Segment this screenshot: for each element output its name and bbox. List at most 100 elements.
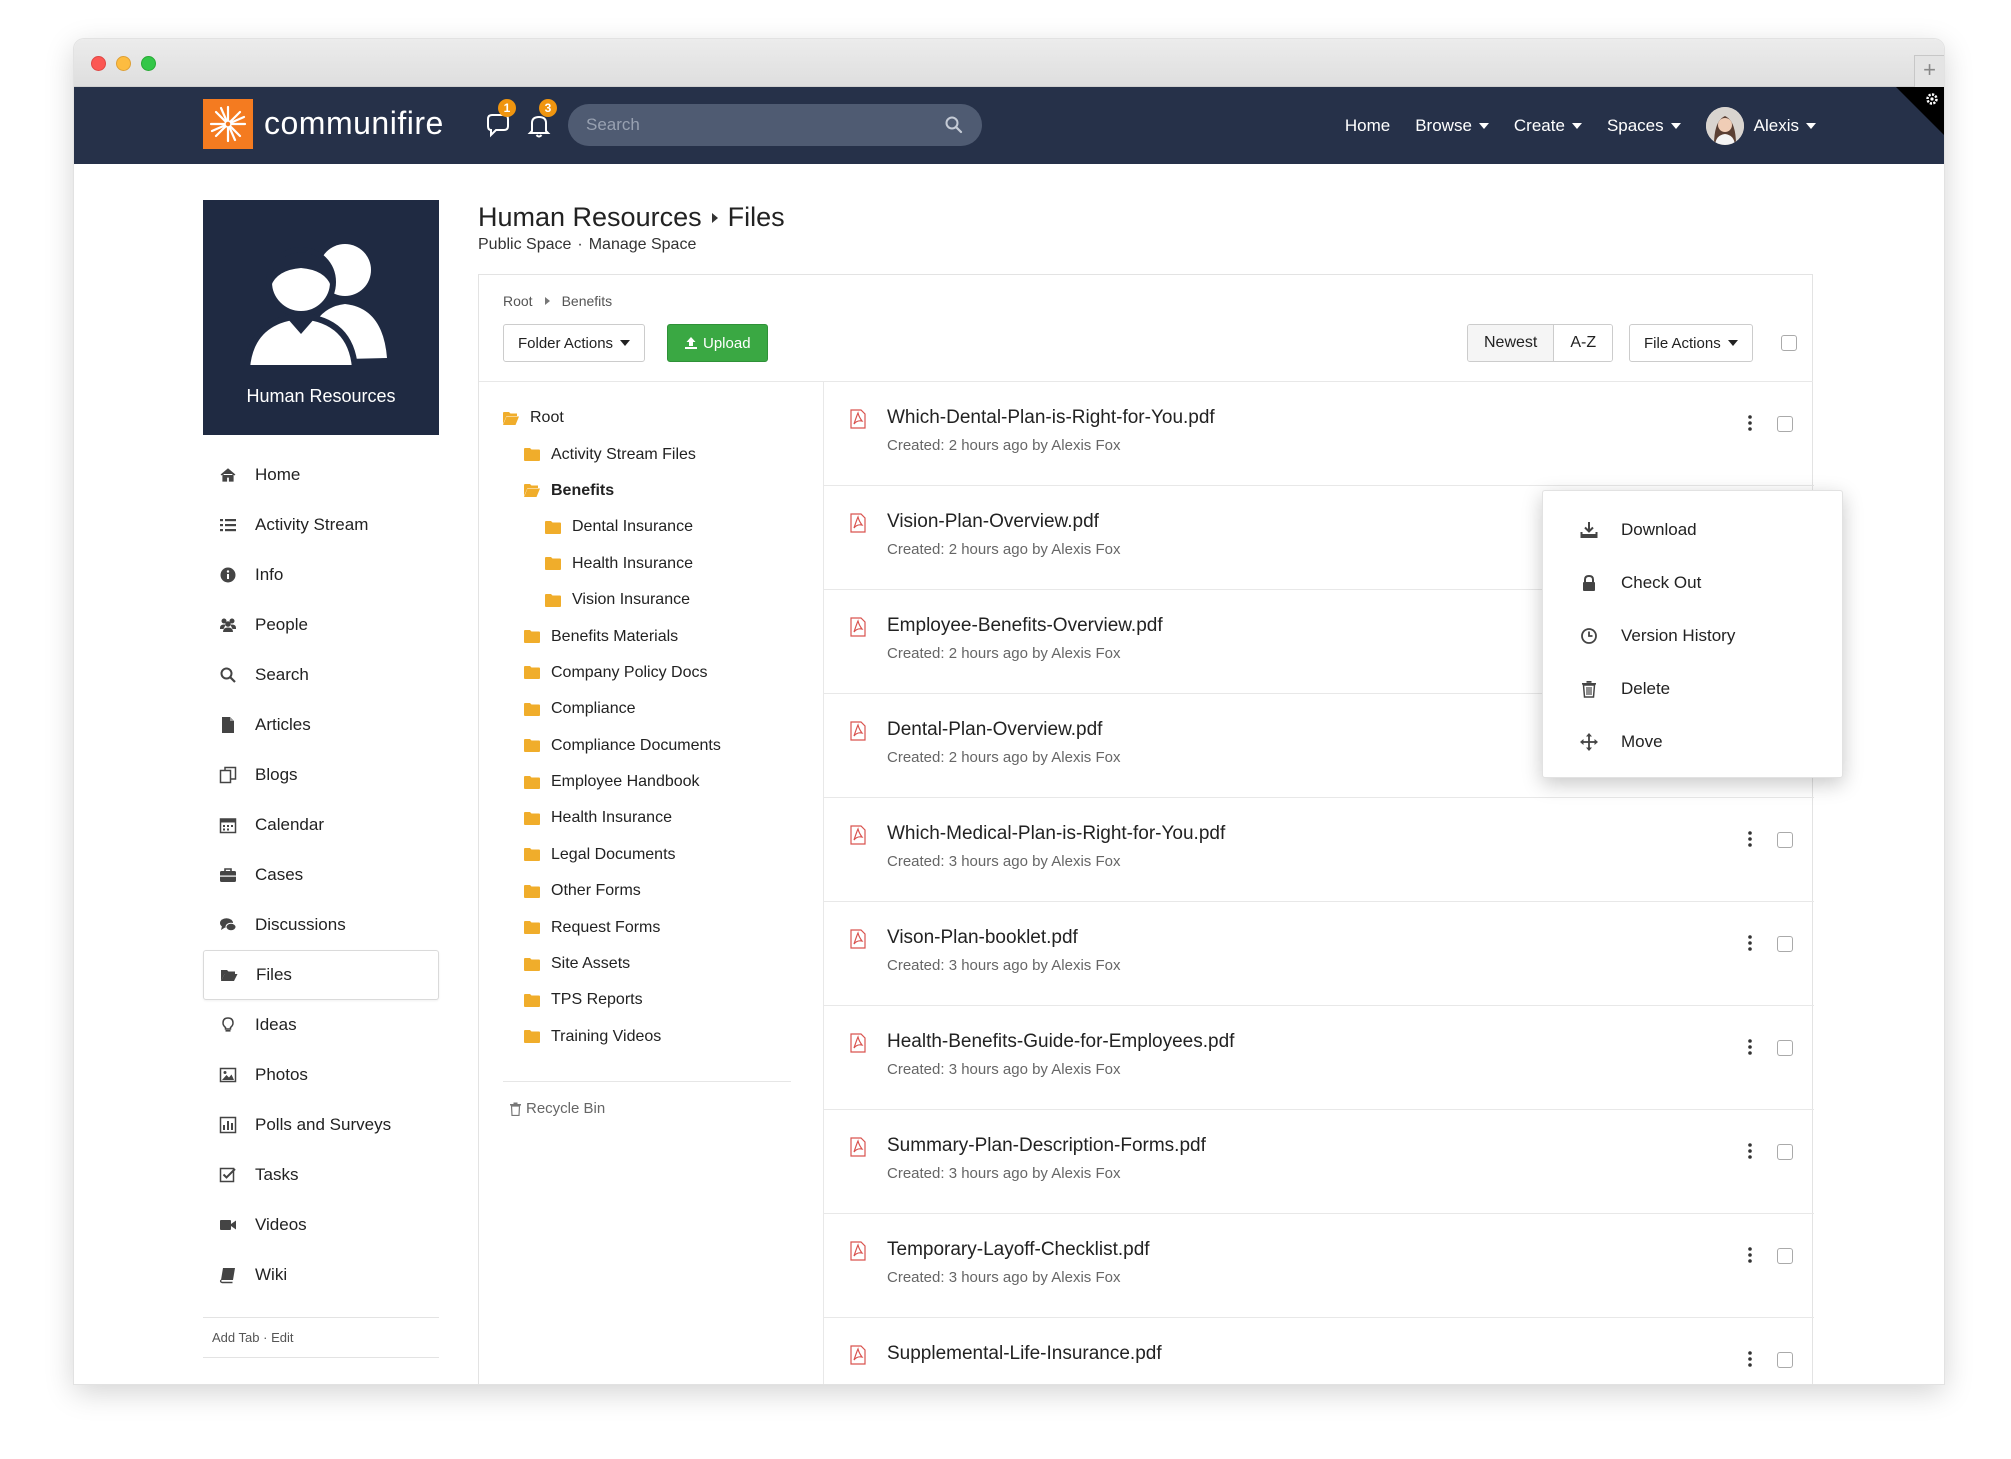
folder-tree-item[interactable]: Compliance Documents [503, 728, 721, 764]
file-options-button[interactable] [1747, 1143, 1757, 1161]
sidebar-item-discussions[interactable]: Discussions [203, 900, 439, 950]
messages-button[interactable]: 1 [484, 99, 516, 141]
file-name-link[interactable]: Vision-Plan-Overview.pdf [887, 511, 1099, 533]
file-select-checkbox[interactable] [1777, 1352, 1793, 1368]
sidebar-item-ideas[interactable]: Ideas [203, 1000, 439, 1050]
file-options-button[interactable] [1747, 1039, 1757, 1057]
folder-tree-item[interactable]: Health Insurance [503, 546, 721, 582]
folder-tree-item[interactable]: Benefits Materials [503, 618, 721, 654]
sidebar-item-cases[interactable]: Cases [203, 850, 439, 900]
file-name-link[interactable]: Dental-Plan-Overview.pdf [887, 719, 1102, 741]
sidebar-item-home[interactable]: Home [203, 450, 439, 500]
brand-name[interactable]: communifire [264, 105, 444, 142]
folder-tree-item[interactable]: Other Forms [503, 873, 721, 909]
folder-tree-item[interactable]: Benefits [503, 473, 721, 509]
folder-tree-item[interactable]: Legal Documents [503, 837, 721, 873]
file-select-checkbox[interactable] [1777, 832, 1793, 848]
sort-az-button[interactable]: A-Z [1553, 325, 1613, 361]
user-menu[interactable]: Alexis [1705, 106, 1816, 145]
communifire-logo-icon[interactable] [203, 99, 253, 149]
file-options-button[interactable] [1747, 1351, 1757, 1369]
folder-tree-item[interactable]: TPS Reports [503, 982, 721, 1018]
file-select-checkbox[interactable] [1777, 1144, 1793, 1160]
folder-tree-item[interactable]: Compliance [503, 691, 721, 727]
sidebar-item-activity-stream[interactable]: Activity Stream [203, 500, 439, 550]
file-select-checkbox[interactable] [1777, 1040, 1793, 1056]
sort-newest-button[interactable]: Newest [1468, 325, 1554, 361]
sidebar-item-videos[interactable]: Videos [203, 1200, 439, 1250]
folder-actions-button[interactable]: Folder Actions [503, 324, 646, 362]
folder-tree-item[interactable]: Company Policy Docs [503, 655, 721, 691]
file-row[interactable]: Vison-Plan-booklet.pdf Created: 3 hours a… [824, 902, 1814, 1006]
breadcrumb-root[interactable]: Root [503, 293, 533, 309]
folder-tree-item[interactable]: Request Forms [503, 909, 721, 945]
file-select-checkbox[interactable] [1777, 936, 1793, 952]
folder-tree-item[interactable]: Site Assets [503, 946, 721, 982]
notifications-button[interactable]: 3 [525, 99, 557, 141]
folder-tree-item[interactable]: Health Insurance [503, 800, 721, 836]
file-options-button[interactable] [1747, 831, 1757, 849]
sidebar-item-tasks[interactable]: Tasks [203, 1150, 439, 1200]
sidebar-item-blogs[interactable]: Blogs [203, 750, 439, 800]
sidebar-item-info[interactable]: Info [203, 550, 439, 600]
add-tab-link[interactable]: Add Tab [212, 1330, 259, 1345]
file-name-link[interactable]: Health-Benefits-Guide-for-Employees.pdf [887, 1031, 1234, 1053]
sidebar-item-files[interactable]: Files [203, 950, 439, 1000]
file-row[interactable]: Which-Dental-Plan-is-Right-for-You.pdf Cr… [824, 382, 1814, 486]
recycle-bin-link[interactable]: Recycle Bin [509, 1100, 605, 1117]
breadcrumb-benefits[interactable]: Benefits [562, 293, 613, 309]
file-select-checkbox[interactable] [1777, 416, 1793, 432]
folder-tree-item[interactable]: Training Videos [503, 1019, 721, 1055]
minimize-window-button[interactable] [116, 56, 131, 71]
sidebar-item-wiki[interactable]: Wiki [203, 1250, 439, 1300]
folder-tree-item[interactable]: Dental Insurance [503, 509, 721, 545]
sidebar-item-polls-and-surveys[interactable]: Polls and Surveys [203, 1100, 439, 1150]
manage-space-link[interactable]: Manage Space [589, 236, 697, 253]
sidebar-item-calendar[interactable]: Calendar [203, 800, 439, 850]
file-row[interactable]: Summary-Plan-Description-Forms.pdf Create… [824, 1110, 1814, 1214]
file-name-link[interactable]: Which-Medical-Plan-is-Right-for-You.pdf [887, 823, 1225, 845]
space-card[interactable]: Human Resources [203, 200, 439, 435]
space-title-link[interactable]: Human Resources [478, 202, 702, 233]
file-name-link[interactable]: Summary-Plan-Description-Forms.pdf [887, 1135, 1206, 1157]
close-window-button[interactable] [91, 56, 106, 71]
file-options-button[interactable] [1747, 1247, 1757, 1265]
file-name-link[interactable]: Supplemental-Life-Insurance.pdf [887, 1343, 1162, 1365]
file-name-link[interactable]: Which-Dental-Plan-is-Right-for-You.pdf [887, 407, 1215, 429]
menu-item-version-history[interactable]: Version History [1543, 610, 1842, 663]
folder-tree-item[interactable]: Vision Insurance [503, 582, 721, 618]
file-row[interactable]: Supplemental-Life-Insurance.pdf [824, 1318, 1814, 1384]
file-actions-button[interactable]: File Actions [1629, 324, 1753, 362]
menu-item-check-out[interactable]: Check Out [1543, 557, 1842, 610]
file-options-button[interactable] [1747, 415, 1757, 433]
file-name-link[interactable]: Vison-Plan-booklet.pdf [887, 927, 1078, 949]
file-row[interactable]: Temporary-Layoff-Checklist.pdf Created: 3… [824, 1214, 1814, 1318]
folder-tree-item[interactable]: Activity Stream Files [503, 436, 721, 472]
menu-item-download[interactable]: Download [1543, 504, 1842, 557]
menu-item-delete[interactable]: Delete [1543, 662, 1842, 715]
folder-tree-item[interactable]: Root [503, 400, 721, 436]
nav-spaces[interactable]: Spaces [1607, 116, 1681, 136]
search-icon[interactable] [944, 115, 964, 135]
file-name-link[interactable]: Temporary-Layoff-Checklist.pdf [887, 1239, 1150, 1261]
file-options-button[interactable] [1747, 935, 1757, 953]
sidebar-item-search[interactable]: Search [203, 650, 439, 700]
select-all-checkbox[interactable] [1781, 335, 1797, 351]
sidebar-item-articles[interactable]: Articles [203, 700, 439, 750]
file-row[interactable]: Health-Benefits-Guide-for-Employees.pdf C… [824, 1006, 1814, 1110]
gear-icon[interactable] [1924, 91, 1940, 107]
menu-item-move[interactable]: Move [1543, 715, 1842, 768]
file-select-checkbox[interactable] [1777, 1248, 1793, 1264]
nav-browse[interactable]: Browse [1415, 116, 1489, 136]
file-name-link[interactable]: Employee-Benefits-Overview.pdf [887, 615, 1163, 637]
maximize-window-button[interactable] [141, 56, 156, 71]
nav-home[interactable]: Home [1345, 116, 1390, 136]
sidebar-item-photos[interactable]: Photos [203, 1050, 439, 1100]
search-input[interactable] [568, 104, 982, 146]
upload-button[interactable]: Upload [667, 324, 768, 362]
nav-create[interactable]: Create [1514, 116, 1582, 136]
file-row[interactable]: Which-Medical-Plan-is-Right-for-You.pdf C… [824, 798, 1814, 902]
sidebar-item-people[interactable]: People [203, 600, 439, 650]
edit-tabs-link[interactable]: Edit [271, 1330, 293, 1345]
folder-tree-item[interactable]: Employee Handbook [503, 764, 721, 800]
